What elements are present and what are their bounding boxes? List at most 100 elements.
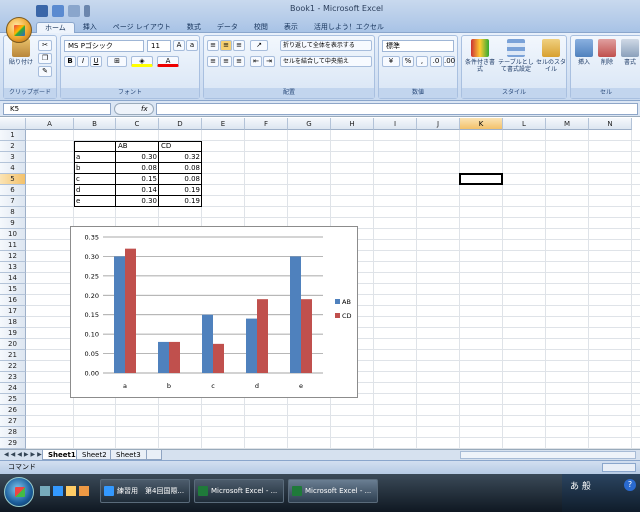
worksheet-grid[interactable]: A B C D E F G H I J K L M N 1 2 3 4 5 6 7 8 9 10 11 12 13 14 15 16 17 1… bbox=[0, 118, 640, 449]
undo-icon[interactable] bbox=[52, 5, 64, 17]
row-header[interactable]: 24 bbox=[0, 383, 26, 394]
borders-button[interactable]: ⊞ bbox=[107, 56, 127, 67]
help-icon[interactable]: ? bbox=[624, 479, 636, 491]
ribbon-tab[interactable]: ページ レイアウト bbox=[105, 22, 179, 33]
wrap-text-button[interactable]: 折り返して全体を表示する bbox=[280, 40, 372, 51]
table-value-cell[interactable]: 0.30 bbox=[116, 196, 159, 207]
row-header[interactable]: 23 bbox=[0, 372, 26, 383]
ribbon-tab[interactable]: 挿入 bbox=[75, 22, 105, 33]
qat-dropdown-icon[interactable] bbox=[84, 5, 90, 17]
folder-icon[interactable] bbox=[66, 486, 76, 496]
horizontal-scrollbar[interactable] bbox=[460, 451, 636, 459]
column-header[interactable]: L bbox=[503, 118, 546, 130]
row-header[interactable]: 29 bbox=[0, 438, 26, 449]
underline-button[interactable]: U bbox=[90, 56, 102, 67]
format-cells-button[interactable]: 書式 bbox=[619, 39, 640, 66]
row-header[interactable]: 17 bbox=[0, 306, 26, 317]
align-left-icon[interactable]: ≡ bbox=[207, 56, 219, 67]
align-middle-icon[interactable]: ≡ bbox=[220, 40, 232, 51]
row-header[interactable]: 11 bbox=[0, 240, 26, 251]
bold-button[interactable]: B bbox=[64, 56, 76, 67]
ribbon-tab[interactable]: 表示 bbox=[276, 22, 306, 33]
table-value-cell[interactable]: 0.19 bbox=[159, 196, 202, 207]
copy-icon[interactable]: ❐ bbox=[38, 53, 52, 64]
insert-sheet-icon[interactable] bbox=[146, 450, 162, 460]
table-label-cell[interactable]: e bbox=[74, 196, 116, 207]
row-header[interactable]: 16 bbox=[0, 295, 26, 306]
row-header[interactable]: 12 bbox=[0, 251, 26, 262]
formula-input[interactable] bbox=[156, 103, 638, 115]
row-header[interactable]: 19 bbox=[0, 328, 26, 339]
show-desktop-icon[interactable] bbox=[40, 486, 50, 496]
ribbon-tab[interactable]: 数式 bbox=[179, 22, 209, 33]
chart-area[interactable]: 0.00 0.05 0.10 0.15 0.20 0.25 0.30 0.35 a b c d e AB C… bbox=[70, 226, 358, 398]
start-button[interactable] bbox=[4, 477, 34, 507]
delete-cells-button[interactable]: 削除 bbox=[596, 39, 618, 66]
fill-color-button[interactable]: ◈ bbox=[131, 56, 153, 67]
row-header[interactable]: 10 bbox=[0, 229, 26, 240]
row-header[interactable]: 14 bbox=[0, 273, 26, 284]
ime-indicator[interactable]: あ 般 bbox=[570, 479, 591, 492]
merge-center-button[interactable]: セルを結合して中央揃え bbox=[280, 56, 372, 67]
fx-button[interactable]: fx bbox=[114, 103, 154, 115]
ie-icon[interactable] bbox=[53, 486, 63, 496]
grow-font-button[interactable]: A bbox=[173, 40, 185, 51]
font-color-button[interactable]: A bbox=[157, 56, 179, 67]
row-header[interactable]: 21 bbox=[0, 350, 26, 361]
ribbon-tab[interactable]: ホーム bbox=[36, 22, 75, 33]
row-header[interactable]: 7 bbox=[0, 196, 26, 207]
align-right-icon[interactable]: ≡ bbox=[233, 56, 245, 67]
align-top-icon[interactable]: ≡ bbox=[207, 40, 219, 51]
increase-decimal-icon[interactable]: .0 bbox=[430, 56, 442, 67]
conditional-format-button[interactable]: 条件付き書式 bbox=[464, 39, 496, 73]
shrink-font-button[interactable]: a bbox=[186, 40, 198, 51]
percent-icon[interactable]: % bbox=[402, 56, 414, 67]
align-center-icon[interactable]: ≡ bbox=[220, 56, 232, 67]
row-header[interactable]: 2 bbox=[0, 141, 26, 152]
column-header[interactable]: I bbox=[374, 118, 417, 130]
ribbon-tab[interactable]: 校閲 bbox=[246, 22, 276, 33]
taskbar-button[interactable]: Microsoft Excel - ... bbox=[194, 479, 284, 503]
outdent-icon[interactable]: ⇤ bbox=[250, 56, 262, 67]
sheet-tab[interactable]: Sheet2 bbox=[76, 450, 113, 460]
ribbon-tab[interactable]: データ bbox=[209, 22, 246, 33]
column-header[interactable]: C bbox=[116, 118, 159, 130]
row-header[interactable]: 28 bbox=[0, 427, 26, 438]
column-header[interactable]: D bbox=[159, 118, 202, 130]
comma-icon[interactable]: , bbox=[416, 56, 428, 67]
active-cell[interactable] bbox=[459, 173, 503, 185]
sheet-tab[interactable]: Sheet3 bbox=[110, 450, 147, 460]
ribbon-tab[interactable]: 活用しよう！エクセル bbox=[306, 22, 392, 33]
format-painter-icon[interactable]: ✎ bbox=[38, 66, 52, 77]
row-header[interactable]: 4 bbox=[0, 163, 26, 174]
row-header[interactable]: 13 bbox=[0, 262, 26, 273]
decrease-decimal-icon[interactable]: .00 bbox=[443, 56, 455, 67]
column-header[interactable]: H bbox=[331, 118, 374, 130]
view-buttons[interactable] bbox=[602, 463, 636, 472]
row-header[interactable]: 3 bbox=[0, 152, 26, 163]
currency-icon[interactable]: ¥ bbox=[382, 56, 400, 67]
cell-styles-button[interactable]: セルのスタイル bbox=[536, 39, 566, 73]
row-header[interactable]: 1 bbox=[0, 130, 26, 141]
media-icon[interactable] bbox=[79, 486, 89, 496]
cut-icon[interactable]: ✂ bbox=[38, 40, 52, 51]
indent-icon[interactable]: ⇥ bbox=[263, 56, 275, 67]
office-button[interactable] bbox=[6, 17, 32, 43]
column-header[interactable]: M bbox=[546, 118, 589, 130]
row-header[interactable]: 9 bbox=[0, 218, 26, 229]
row-header[interactable]: 27 bbox=[0, 416, 26, 427]
column-header[interactable]: N bbox=[589, 118, 632, 130]
insert-cells-button[interactable]: 挿入 bbox=[573, 39, 595, 66]
taskbar-button[interactable]: Microsoft Excel - ... bbox=[288, 479, 378, 503]
row-header[interactable]: 5 bbox=[0, 174, 26, 185]
column-header[interactable]: G bbox=[288, 118, 331, 130]
taskbar-button[interactable]: 練習用 第4回国際... bbox=[100, 479, 190, 503]
paste-button[interactable]: 貼り付け bbox=[8, 39, 34, 66]
row-header[interactable]: 25 bbox=[0, 394, 26, 405]
italic-button[interactable]: I bbox=[77, 56, 89, 67]
row-header[interactable]: 6 bbox=[0, 185, 26, 196]
row-header[interactable]: 26 bbox=[0, 405, 26, 416]
align-bottom-icon[interactable]: ≡ bbox=[233, 40, 245, 51]
save-icon[interactable] bbox=[36, 5, 48, 17]
row-header[interactable]: 8 bbox=[0, 207, 26, 218]
